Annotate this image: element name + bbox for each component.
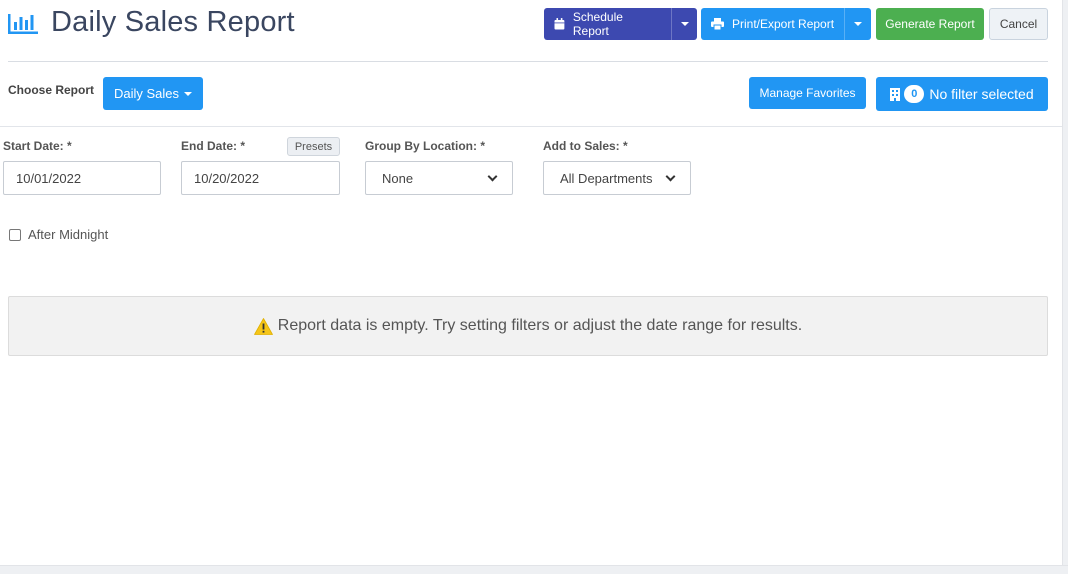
page-title: Daily Sales Report: [51, 6, 295, 38]
print-export-button-group: Print/Export Report: [701, 8, 871, 40]
page-header: Daily Sales Report Schedule Report Print…: [0, 0, 1062, 50]
presets-button[interactable]: Presets: [287, 137, 340, 156]
bar-chart-icon: [8, 14, 38, 34]
after-midnight-label[interactable]: After Midnight: [28, 227, 108, 242]
page-bottom-edge: [0, 565, 1068, 574]
printer-icon: [711, 18, 724, 30]
caret-down-icon: [184, 91, 193, 96]
choose-report-dropdown[interactable]: Daily Sales: [103, 77, 203, 110]
start-date-input[interactable]: [3, 161, 161, 195]
end-date-label: End Date: *: [181, 139, 246, 153]
schedule-report-label: Schedule Report: [572, 10, 623, 38]
report-page: Daily Sales Report Schedule Report Print…: [0, 0, 1062, 565]
manage-favorites-button[interactable]: Manage Favorites: [749, 77, 866, 109]
filter-status-label: No filter selected: [929, 86, 1034, 102]
page-right-edge: [1062, 0, 1068, 574]
building-icon: [890, 87, 901, 101]
section-divider: [0, 126, 1062, 127]
group-by-location-label: Group By Location: *: [365, 139, 485, 153]
schedule-report-dropdown-toggle[interactable]: [671, 8, 697, 40]
print-export-label: Print/Export Report: [732, 17, 835, 31]
schedule-report-button-group: Schedule Report: [544, 8, 697, 40]
chevron-down-icon: [487, 171, 498, 181]
warning-triangle-icon: [253, 317, 273, 335]
print-export-dropdown-toggle[interactable]: [844, 8, 870, 40]
choose-report-label: Choose Report: [8, 83, 95, 97]
cancel-button[interactable]: Cancel: [989, 8, 1048, 40]
caret-down-icon: [680, 22, 689, 26]
caret-down-icon: [853, 22, 862, 26]
after-midnight-checkbox[interactable]: [9, 229, 21, 241]
group-by-location-select[interactable]: None: [365, 161, 513, 195]
print-export-button[interactable]: Print/Export Report: [701, 8, 844, 40]
filter-count-badge: 0: [904, 85, 925, 103]
start-date-label: Start Date: *: [3, 139, 72, 153]
calendar-icon: [554, 18, 565, 30]
selected-report-label: Daily Sales: [113, 86, 180, 101]
header-divider: [8, 61, 1048, 62]
empty-report-alert: Report data is empty. Try setting filter…: [8, 296, 1048, 356]
add-to-sales-select[interactable]: All Departments: [543, 161, 691, 195]
schedule-report-button[interactable]: Schedule Report: [544, 8, 671, 40]
generate-report-button[interactable]: Generate Report: [876, 8, 984, 40]
chevron-down-icon: [665, 171, 676, 181]
filter-button[interactable]: 0 No filter selected: [876, 77, 1048, 111]
end-date-input[interactable]: [181, 161, 340, 195]
add-to-sales-label: Add to Sales: *: [543, 139, 628, 153]
add-to-sales-value: All Departments: [560, 170, 653, 186]
group-by-location-value: None: [382, 170, 414, 186]
alert-message: Report data is empty. Try setting filter…: [277, 317, 803, 334]
